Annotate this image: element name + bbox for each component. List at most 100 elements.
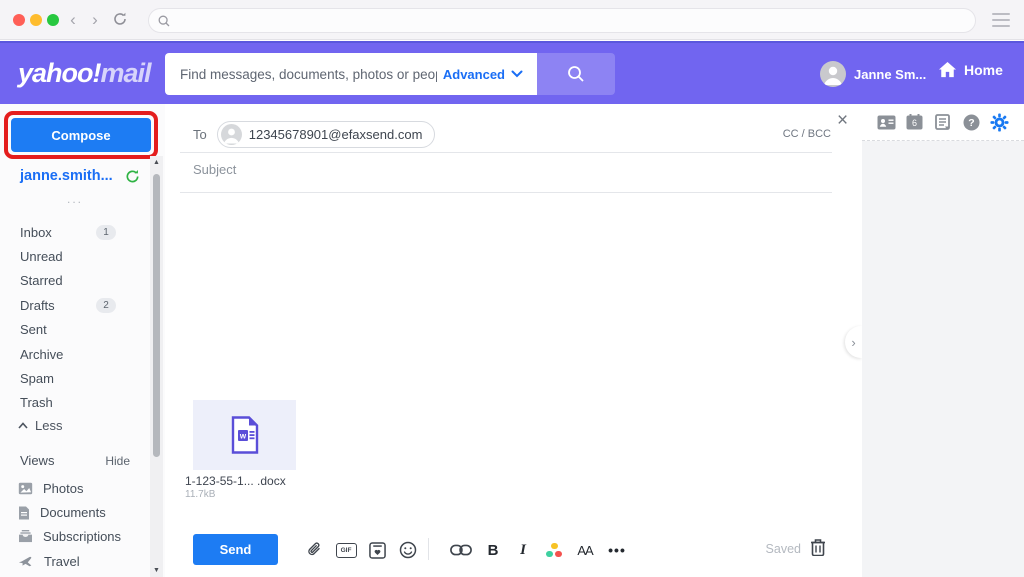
search-icon [566,64,586,84]
attachment-filename: 1-123-55-1... .docx [185,474,286,488]
sync-icon[interactable] [125,169,140,184]
views-list: Photos Documents Subscriptions Travel [0,476,150,574]
mail-search-button[interactable] [537,53,615,95]
search-icon [157,14,171,28]
delete-draft-icon[interactable] [810,538,826,561]
browser-address-bar[interactable] [148,8,976,33]
sidebar-item-unread[interactable]: Unread [0,244,150,268]
yahoo-mail-window: ‹ › yahoo!mail Advanced Janne Sm... [0,0,1024,577]
scroll-down-arrow[interactable]: ▼ [150,567,163,574]
sidebar-item-travel[interactable]: Travel [0,549,150,573]
attachment-filesize: 11.7kB [185,489,215,500]
notepad-icon[interactable] [932,112,954,132]
mail-search-box: Advanced [165,53,537,95]
right-sidebar-toolbar: 6 ? [862,104,1024,141]
home-label: Home [964,62,1003,78]
cc-bcc-toggle[interactable]: CC / BCC [761,128,831,140]
avatar [820,61,846,87]
svg-text:?: ? [968,117,974,129]
bold-button[interactable]: B [481,539,505,561]
help-icon[interactable]: ? [960,112,982,132]
folder-list-expander[interactable]: ... [0,192,150,206]
contacts-icon[interactable] [875,112,897,132]
attach-file-icon[interactable] [303,539,327,561]
recipient-avatar [221,124,242,145]
window-zoom-button[interactable] [47,14,59,26]
app-header: yahoo!mail Advanced Janne Sm... Home [0,41,1024,104]
browser-reload-icon[interactable] [112,11,128,32]
more-formatting-icon[interactable]: ••• [605,539,629,561]
text-color-icon[interactable] [542,539,566,561]
user-name-label: Janne Sm... [854,67,926,82]
send-button[interactable]: Send [193,534,278,565]
settings-gear-icon[interactable] [989,112,1011,132]
sidebar-scrollbar[interactable]: ▲ ▼ [150,156,163,577]
window-close-button[interactable] [13,14,25,26]
sidebar-item-trash[interactable]: Trash [0,391,150,415]
docx-file-icon: w [230,416,260,454]
sidebar-item-starred[interactable]: Starred [0,269,150,293]
svg-text:w: w [238,432,246,441]
sidebar-item-spam[interactable]: Spam [0,366,150,390]
stationery-icon[interactable] [365,539,389,561]
insert-link-icon[interactable] [449,539,473,561]
browser-menu-icon[interactable] [992,13,1010,27]
subject-input[interactable] [193,162,753,177]
chevron-down-icon [511,70,523,78]
hide-views-button[interactable]: Hide [105,454,130,468]
inbox-count-badge: 1 [96,225,116,240]
recipient-chip[interactable]: 12345678901@efaxsend.com [217,121,436,148]
sidebar-item-archive[interactable]: Archive [0,342,150,366]
account-menu[interactable]: Janne Sm... [820,61,926,87]
sidebar-item-subscriptions[interactable]: Subscriptions [0,525,150,549]
views-label: Views [20,453,54,468]
chevron-up-icon [18,422,28,429]
font-size-button[interactable]: AA [573,539,597,561]
sidebar-item-documents[interactable]: Documents [0,500,150,524]
subject-divider [180,192,832,193]
browser-toolbar: ‹ › [0,0,1024,40]
window-minimize-button[interactable] [30,14,42,26]
to-field-row: To 12345678901@efaxsend.com [193,121,435,148]
advanced-label: Advanced [443,67,505,82]
sidebar-item-sent[interactable]: Sent [0,318,150,342]
mail-search-input[interactable] [165,67,443,82]
compose-button[interactable]: Compose [11,118,151,152]
show-less-toggle[interactable]: Less [18,418,62,433]
collapse-panel-chevron[interactable]: › [845,326,862,358]
sidebar-item-inbox[interactable]: Inbox 1 [0,220,150,244]
emoji-icon[interactable] [396,539,420,561]
drafts-count-badge: 2 [96,298,116,313]
scrollbar-thumb[interactable] [153,174,160,457]
gif-icon[interactable]: GIF [334,539,358,561]
document-icon [18,506,30,520]
advanced-search-dropdown[interactable]: Advanced [443,67,537,82]
saved-status-label: Saved [741,542,801,556]
views-header: Views Hide [20,453,130,468]
recipient-email: 12345678901@efaxsend.com [249,127,423,142]
browser-forward-icon[interactable]: › [86,11,104,29]
browser-back-icon[interactable]: ‹ [64,11,82,29]
scroll-up-arrow[interactable]: ▲ [150,159,163,166]
airplane-icon [18,555,34,568]
svg-text:6: 6 [912,118,917,128]
yahoo-mail-logo[interactable]: yahoo!mail [18,58,151,89]
home-icon [938,61,957,79]
compose-panel: × To 12345678901@efaxsend.com CC / BCC [165,104,862,577]
mail-sidebar: Compose janne.smith... ... Inbox 1 Unrea… [0,104,165,577]
sidebar-item-photos[interactable]: Photos [0,476,150,500]
compose-toolbar: Send GIF B I AA ••• Save [165,532,862,572]
italic-button[interactable]: I [511,539,535,561]
account-name-label: janne.smith... [20,168,113,184]
logo-yahoo: yahoo! [18,58,101,88]
photos-icon [18,482,33,495]
to-label: To [193,127,207,142]
less-label: Less [35,418,62,433]
close-compose-icon[interactable]: × [837,110,848,132]
attachment-thumbnail[interactable]: w [193,400,296,470]
calendar-icon[interactable]: 6 [904,112,926,132]
subscriptions-icon [18,530,33,543]
home-button[interactable]: Home [938,61,1003,79]
sidebar-item-drafts[interactable]: Drafts 2 [0,293,150,317]
account-folder-row[interactable]: janne.smith... [20,168,140,184]
